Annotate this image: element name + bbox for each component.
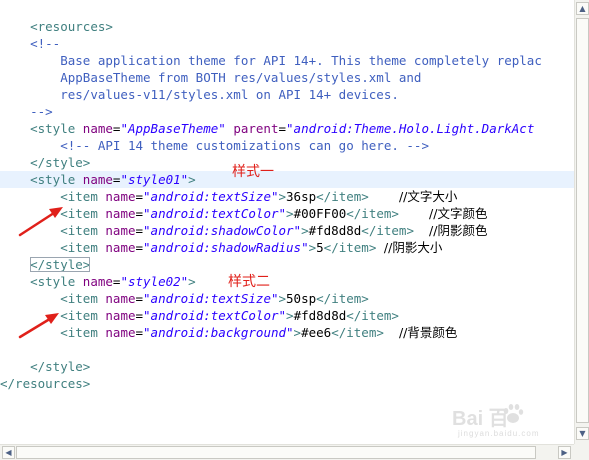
scroll-down-button[interactable]: ▼	[576, 427, 589, 440]
attr-name: name	[105, 206, 136, 221]
attr-value: "android:shadowRadius"	[143, 240, 309, 255]
code-line: <style name="AppBaseTheme" parent="andro…	[30, 121, 535, 136]
attr-value: "android:shadowColor"	[143, 223, 302, 238]
scroll-right-button[interactable]: ▶	[558, 446, 571, 459]
item-value: 50sp	[286, 291, 317, 306]
attr-value: "android:textSize"	[143, 189, 279, 204]
style-close-tag: </style>	[30, 359, 91, 374]
item-value: 5	[316, 240, 324, 255]
attr-name: name	[105, 189, 136, 204]
code-editor[interactable]: <resources> <!-- Base application theme …	[0, 0, 574, 444]
item-value: #00FF00	[293, 206, 347, 221]
comment-close: -->	[30, 104, 53, 119]
attr-name: name	[82, 172, 113, 187]
watermark-brand: Bai 百	[452, 408, 509, 430]
item-tag: <item	[60, 189, 98, 204]
horizontal-scrollbar[interactable]: ◀ ▶	[0, 444, 574, 460]
attr-value: "style02"	[120, 274, 189, 289]
code-line: <item name="android:background">#ee6</it…	[60, 325, 458, 340]
code-line: <item name="android:textColor">#00FF00</…	[60, 206, 488, 221]
watermark-url: jingyan.baidu.com	[458, 429, 540, 438]
code-line: <item name="android:textSize">50sp</item…	[60, 291, 369, 306]
attr-value: "AppBaseTheme"	[120, 121, 226, 136]
attr-value: "android:Theme.Holo.Light.DarkAct	[286, 121, 535, 136]
item-tag: <item	[60, 325, 98, 340]
item-tag: <item	[60, 223, 98, 238]
comment-text: res/values-v11/styles.xml on API 14+ dev…	[60, 87, 399, 102]
item-tag: <item	[60, 240, 98, 255]
comment-open: <!--	[30, 36, 61, 51]
code-line: res/values-v11/styles.xml on API 14+ dev…	[0, 86, 574, 103]
annotation-comment: //阴影大小	[383, 240, 443, 255]
item-value: #fd8d8d	[293, 308, 347, 323]
scroll-left-button[interactable]: ◀	[2, 446, 15, 459]
scroll-up-button[interactable]: ▲	[576, 2, 589, 15]
attr-name: name	[105, 223, 136, 238]
style-close-tag: </style>	[30, 155, 91, 170]
code-line: <item name="android:textSize">36sp</item…	[60, 189, 458, 204]
code-line: Base application theme for API 14+. This…	[0, 52, 574, 69]
code-line: </resources>	[0, 375, 574, 392]
style-close-tag: </style>	[30, 257, 91, 272]
comment-text: <!-- API 14 theme customizations can go …	[60, 138, 429, 153]
attr-name: parent	[233, 121, 279, 136]
code-line: <item name="android:shadowRadius">5</ite…	[60, 240, 443, 255]
attr-value: "android:textColor"	[143, 206, 287, 221]
code-line: </style>	[0, 358, 574, 375]
code-line: <item name="android:textColor">#fd8d8d</…	[60, 308, 399, 323]
item-value: 36sp	[286, 189, 317, 204]
code-line: <!--	[0, 35, 574, 52]
attr-name: name	[105, 240, 136, 255]
attr-value: "style01"	[120, 172, 189, 187]
annotation-comment: //阴影颜色	[429, 223, 488, 238]
attr-name: name	[105, 325, 136, 340]
item-tag: <item	[60, 206, 98, 221]
resources-open-tag: <resources>	[30, 19, 113, 34]
annotation-comment: //文字颜色	[429, 206, 488, 221]
style-tag: <style	[30, 121, 76, 136]
attr-name: name	[82, 274, 113, 289]
attr-value: "android:textColor"	[143, 308, 287, 323]
attr-name: name	[105, 291, 136, 306]
code-line: <!-- API 14 theme customizations can go …	[0, 137, 574, 154]
vertical-scroll-thumb[interactable]	[576, 18, 589, 423]
item-tag: <item	[60, 291, 98, 306]
code-line: -->	[0, 103, 574, 120]
style-tag: <style	[30, 172, 76, 187]
vertical-scrollbar[interactable]: ▲ ▼	[574, 0, 589, 444]
code-line: <style name="style02">	[30, 274, 196, 289]
scrollbar-corner	[574, 444, 589, 460]
annotation-comment: //文字大小	[398, 189, 458, 204]
baidu-watermark: Bai 百 jingyan.baidu.com	[452, 402, 574, 444]
paw-icon	[503, 404, 524, 423]
attr-value: "android:textSize"	[143, 291, 279, 306]
attr-name: name	[105, 308, 136, 323]
comment-text: AppBaseTheme from BOTH res/values/styles…	[60, 70, 422, 85]
code-line: </style>	[0, 154, 574, 171]
code-line: <resources>	[0, 1, 574, 34]
style-tag: <style	[30, 274, 76, 289]
item-tag: <item	[60, 308, 98, 323]
style2-annotation: 样式二	[228, 274, 270, 290]
annotation-comment: //背景颜色	[398, 325, 458, 340]
code-line: <item name="android:shadowColor">#fd8d8d…	[60, 223, 488, 238]
resources-close-tag: </resources>	[0, 376, 91, 391]
item-value: #ee6	[301, 325, 332, 340]
code-line: AppBaseTheme from BOTH res/values/styles…	[0, 69, 574, 86]
horizontal-scroll-thumb[interactable]	[16, 446, 536, 459]
item-value: #fd8d8d	[308, 223, 362, 238]
style1-annotation: 样式一	[232, 164, 274, 180]
current-line: <style name="style01">	[0, 171, 574, 188]
code-line: </style>	[0, 256, 574, 273]
comment-text: Base application theme for API 14+. This…	[60, 53, 542, 68]
attr-name: name	[82, 121, 113, 136]
attr-value: "android:background"	[143, 325, 294, 340]
